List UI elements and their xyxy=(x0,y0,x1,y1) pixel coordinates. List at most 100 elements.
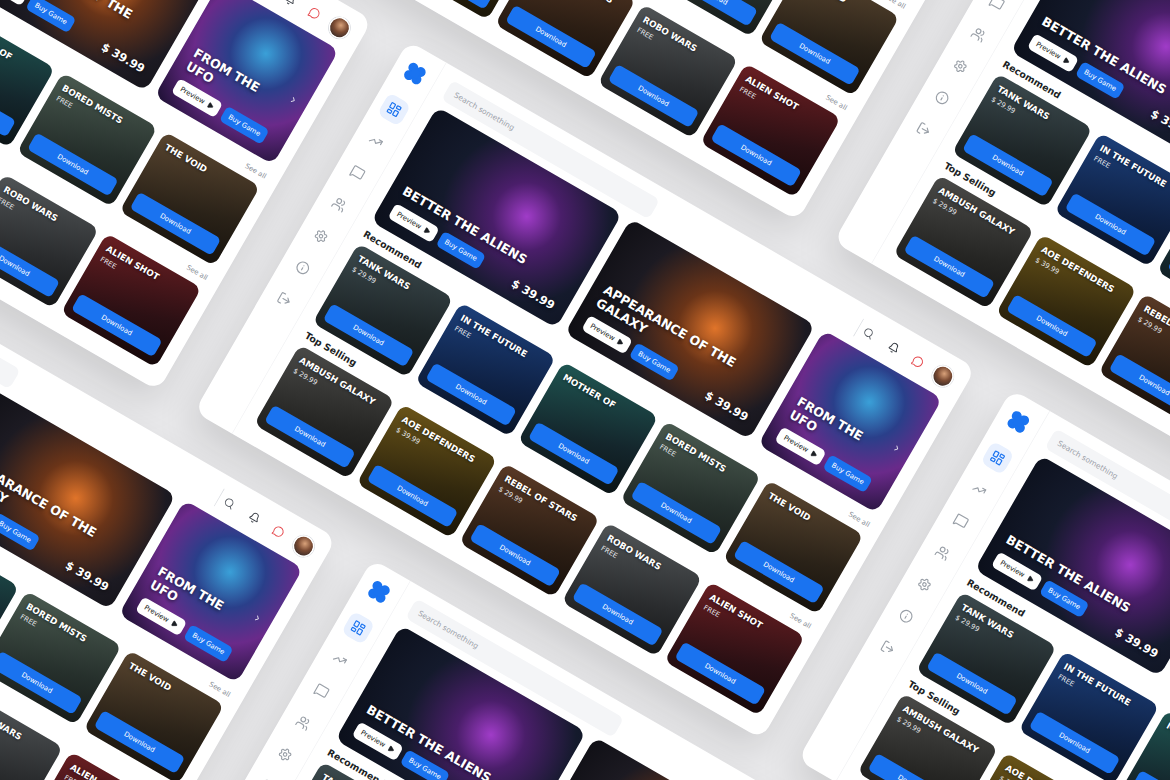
notifications-button[interactable] xyxy=(242,505,268,531)
user-avatar[interactable] xyxy=(928,362,957,391)
preview-button[interactable]: Preview xyxy=(0,0,30,6)
download-button[interactable]: Download xyxy=(0,752,24,780)
download-button[interactable]: Download xyxy=(572,582,664,646)
download-button[interactable]: Download xyxy=(27,132,119,196)
notifications-button[interactable] xyxy=(277,0,303,12)
sidebar-item[interactable] xyxy=(925,536,959,570)
sidebar-item[interactable] xyxy=(358,124,392,158)
sidebar-item[interactable] xyxy=(304,219,338,253)
download-button[interactable]: Download xyxy=(130,192,222,256)
download-button[interactable]: Download xyxy=(71,293,163,357)
sidebar-item[interactable] xyxy=(962,472,996,506)
download-button[interactable]: Download xyxy=(733,540,825,604)
game-title: THE VOID xyxy=(127,660,214,716)
download-button[interactable]: Download xyxy=(630,481,722,545)
dashboard-screen: BETTER THE ALIENSPreviewBuy Game$ 39.99A… xyxy=(194,41,976,740)
see-all-link[interactable]: See all xyxy=(847,510,871,529)
next-button[interactable] xyxy=(282,89,304,111)
game-title: ALIEN SHOT xyxy=(708,592,795,648)
download-button[interactable]: Download xyxy=(505,5,597,69)
next-button[interactable] xyxy=(886,437,908,459)
download-button[interactable]: Download xyxy=(0,73,16,137)
download-button[interactable]: Download xyxy=(666,0,758,27)
sidebar-item[interactable] xyxy=(943,49,977,83)
search-icon xyxy=(861,325,876,340)
buy-button[interactable]: Buy Game xyxy=(183,624,234,663)
sidebar-item[interactable] xyxy=(907,567,941,601)
sidebar-item[interactable] xyxy=(340,155,374,189)
search-button[interactable] xyxy=(853,319,883,348)
messages-button[interactable] xyxy=(905,349,931,375)
notifications-button[interactable] xyxy=(881,335,907,361)
download-button[interactable]: Download xyxy=(674,642,766,706)
game-title: THE VOID xyxy=(766,490,853,546)
download-button[interactable]: Download xyxy=(367,464,459,528)
download-button[interactable]: Download xyxy=(403,0,495,10)
messages-button[interactable] xyxy=(266,519,292,545)
sidebar-item[interactable] xyxy=(249,769,283,780)
sidebar-item[interactable] xyxy=(286,705,320,739)
dashboard-icon xyxy=(988,448,1007,467)
sidebar-item[interactable] xyxy=(944,504,978,538)
user-avatar[interactable] xyxy=(325,13,354,42)
sidebar-item[interactable] xyxy=(925,80,959,114)
sidebar-item[interactable] xyxy=(979,0,1013,20)
logout-icon xyxy=(914,120,933,139)
download-button[interactable]: Download xyxy=(425,362,517,426)
logo-icon[interactable] xyxy=(363,576,394,607)
sidebar-item[interactable] xyxy=(889,599,923,633)
game-title: MOTHER OF xyxy=(1164,720,1170,776)
settings-icon xyxy=(311,227,330,246)
bell-icon xyxy=(886,340,902,357)
play-icon xyxy=(1026,574,1035,583)
sidebar-item[interactable] xyxy=(870,630,904,664)
download-button[interactable]: Download xyxy=(904,235,996,299)
download-button[interactable]: Download xyxy=(1006,294,1098,358)
download-button[interactable]: Download xyxy=(1131,770,1170,780)
download-button[interactable]: Download xyxy=(868,753,960,780)
sidebar-item[interactable] xyxy=(304,674,338,708)
user-avatar[interactable] xyxy=(289,531,318,560)
see-all-link[interactable]: See all xyxy=(789,611,813,630)
sidebar-item[interactable] xyxy=(322,187,356,221)
play-icon xyxy=(1062,56,1071,65)
download-button[interactable]: Download xyxy=(528,422,620,486)
messages-button[interactable] xyxy=(301,0,327,26)
users-icon xyxy=(294,713,313,732)
trending-icon xyxy=(330,650,349,669)
sidebar-item[interactable] xyxy=(906,112,940,146)
sidebar-item[interactable] xyxy=(961,17,995,51)
buy-button[interactable]: Buy Game xyxy=(822,454,873,493)
download-button[interactable]: Download xyxy=(1029,711,1121,775)
download-button[interactable]: Download xyxy=(608,64,700,128)
hero-title: BETTER THE ALIENS xyxy=(1039,14,1170,121)
sidebar-item[interactable] xyxy=(285,250,319,284)
sidebar-item[interactable] xyxy=(267,282,301,316)
logo-icon[interactable] xyxy=(399,58,430,89)
download-button[interactable]: Download xyxy=(94,710,186,774)
see-all-link[interactable]: See all xyxy=(208,680,232,699)
sidebar-item[interactable] xyxy=(377,92,411,126)
see-all-link[interactable]: See all xyxy=(185,263,209,282)
download-button[interactable]: Download xyxy=(1109,353,1170,417)
sidebar-item[interactable] xyxy=(322,642,356,676)
see-all-link[interactable]: See all xyxy=(824,93,848,112)
download-button[interactable]: Download xyxy=(469,523,561,587)
game-title: MOTHER OF xyxy=(0,24,45,80)
sidebar-item[interactable] xyxy=(980,441,1014,475)
download-button[interactable]: Download xyxy=(710,123,802,187)
game-title: ROBO WARS xyxy=(605,533,692,589)
download-button[interactable]: Download xyxy=(0,234,60,298)
logo-icon[interactable] xyxy=(1003,406,1034,437)
chat-icon xyxy=(306,5,322,22)
buy-button[interactable]: Buy Game xyxy=(219,106,270,145)
search-button[interactable] xyxy=(214,489,244,518)
download-button[interactable]: Download xyxy=(769,22,861,86)
sidebar-item[interactable] xyxy=(268,737,302,771)
download-button[interactable]: Download xyxy=(0,651,83,715)
download-button[interactable]: Download xyxy=(264,405,356,469)
see-all-link[interactable]: See all xyxy=(244,161,268,180)
next-button[interactable] xyxy=(246,607,268,629)
download-button[interactable]: Download xyxy=(1065,192,1157,256)
sidebar-item[interactable] xyxy=(341,611,375,645)
